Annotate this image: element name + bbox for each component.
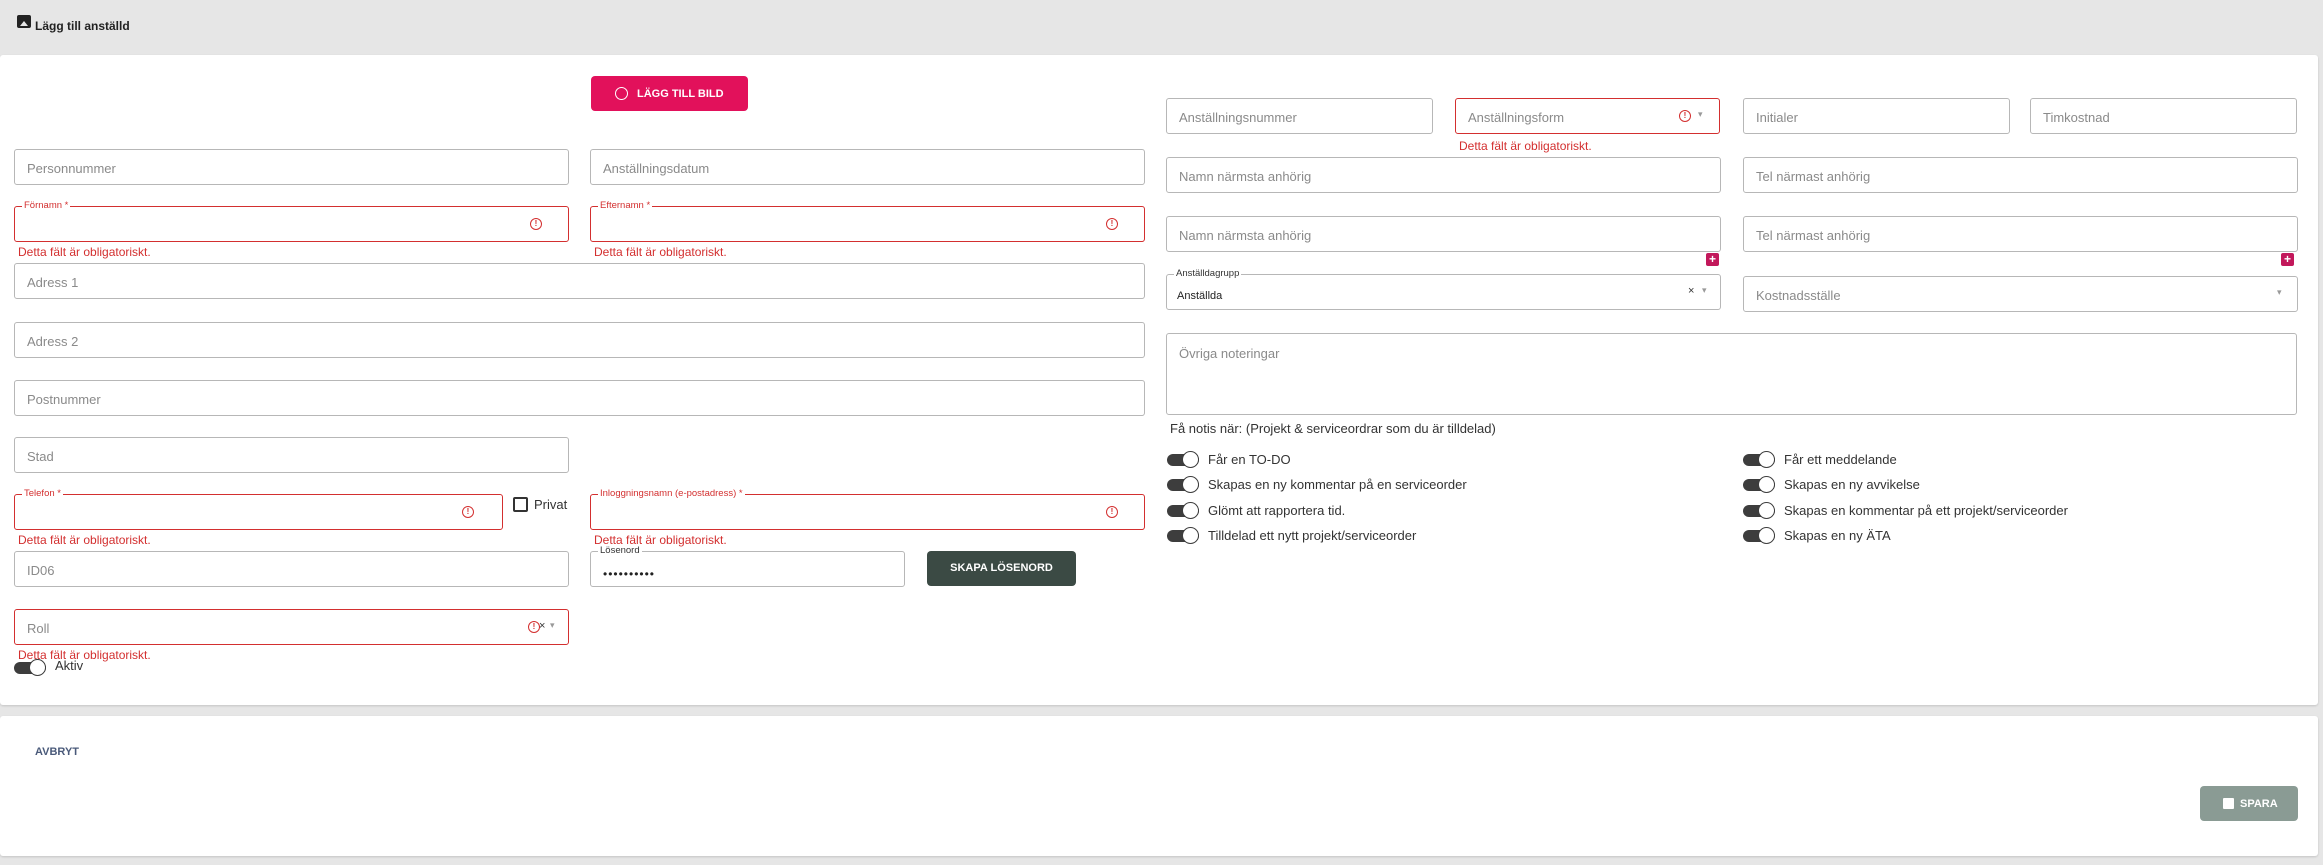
clear-icon[interactable]: × <box>539 620 545 632</box>
chevron-down-icon[interactable]: ▾ <box>1698 109 1703 120</box>
notify-message-toggle[interactable] <box>1743 451 1775 468</box>
losenord-field[interactable]: Lösenord •••••••••• <box>590 545 905 587</box>
error-icon: ! <box>462 506 474 518</box>
chevron-down-icon[interactable]: ▾ <box>2277 287 2282 298</box>
chevron-down-icon[interactable]: ▾ <box>550 620 555 631</box>
namn-narmsta-anhorig-field[interactable]: Namn närmsta anhörig <box>1166 157 1721 193</box>
privat-checkbox[interactable] <box>513 497 528 512</box>
stad-field[interactable]: Stad <box>14 437 569 473</box>
notify-project-comment-label: Skapas en kommentar på ett projekt/servi… <box>1784 503 2068 518</box>
action-card <box>0 716 2318 856</box>
clear-icon[interactable]: × <box>1688 285 1694 297</box>
page-title: Lägg till anställd <box>35 19 130 33</box>
fornamn-error: Detta fält är obligatoriskt. <box>18 245 151 259</box>
personnummer-field[interactable]: Personnummer <box>14 149 569 185</box>
notify-service-comment-label: Skapas en ny kommentar på en serviceorde… <box>1208 477 1467 492</box>
notification-heading: Få notis när: (Projekt & serviceordrar s… <box>1170 421 1496 436</box>
adress1-field[interactable]: Adress 1 <box>14 263 1145 299</box>
add-image-button[interactable]: LÄGG TILL BILD <box>591 76 748 111</box>
notify-forgot-time-toggle[interactable] <box>1167 502 1199 519</box>
notify-todo-label: Får en TO-DO <box>1208 452 1291 467</box>
anstallningsdatum-field[interactable]: Anställningsdatum <box>590 149 1145 185</box>
error-icon: ! <box>1106 218 1118 230</box>
notify-project-comment-toggle[interactable] <box>1743 502 1775 519</box>
notify-ata-toggle[interactable] <box>1743 527 1775 544</box>
privat-label: Privat <box>534 497 568 512</box>
efternamn-field[interactable]: Efternamn * ! <box>590 200 1145 242</box>
create-password-button[interactable]: SKAPA LÖSENORD <box>927 551 1076 586</box>
initialer-field[interactable]: Initialer <box>1743 98 2010 134</box>
notify-message-label: Får ett meddelande <box>1784 452 1897 467</box>
fornamn-field[interactable]: Förnamn * ! <box>14 200 569 242</box>
inloggningsnamn-field[interactable]: Inloggningsnamn (e-postadress) * ! <box>590 488 1145 530</box>
notify-deviation-toggle[interactable] <box>1743 476 1775 493</box>
aktiv-toggle[interactable] <box>14 659 46 676</box>
anstallningsform-select[interactable]: Anställningsform ! ▾ <box>1455 98 1720 134</box>
tel-narmast-anhorig-field[interactable]: Tel närmast anhörig <box>1743 157 2298 193</box>
save-icon <box>2223 798 2234 809</box>
error-icon: ! <box>1106 506 1118 518</box>
save-button[interactable]: SPARA <box>2200 786 2298 821</box>
kostnadsstalle-select[interactable]: Kostnadsställe ▾ <box>1743 276 2298 312</box>
face-icon <box>615 87 628 100</box>
roll-select[interactable]: Roll ! × ▾ <box>14 609 569 645</box>
image-icon <box>17 15 31 28</box>
notify-todo-toggle[interactable] <box>1167 451 1199 468</box>
cancel-button[interactable]: AVBRYT <box>35 746 79 758</box>
add-contact-button[interactable]: + <box>1706 253 1719 266</box>
id06-field[interactable]: ID06 <box>14 551 569 587</box>
error-icon: ! <box>530 218 542 230</box>
chevron-down-icon[interactable]: ▾ <box>1702 285 1707 296</box>
ovriga-noteringar-textarea[interactable]: Övriga noteringar <box>1166 333 2297 415</box>
timkostnad-field[interactable]: Timkostnad <box>2030 98 2297 134</box>
telefon-error: Detta fält är obligatoriskt. <box>18 533 151 547</box>
telefon-field[interactable]: Telefon * ! <box>14 488 503 530</box>
notify-assigned-toggle[interactable] <box>1167 527 1199 544</box>
anstalldagrupp-select[interactable]: Anställdagrupp Anställda × ▾ <box>1166 268 1721 310</box>
namn-narmsta-anhorig-field-2[interactable]: Namn närmsta anhörig <box>1166 216 1721 252</box>
tel-narmast-anhorig-field-2[interactable]: Tel närmast anhörig <box>1743 216 2298 252</box>
notify-deviation-label: Skapas en ny avvikelse <box>1784 477 1920 492</box>
aktiv-label: Aktiv <box>55 658 84 673</box>
efternamn-error: Detta fält är obligatoriskt. <box>594 245 727 259</box>
adress2-field[interactable]: Adress 2 <box>14 322 1145 358</box>
anstallningsform-error: Detta fält är obligatoriskt. <box>1459 139 1592 153</box>
notify-forgot-time-label: Glömt att rapportera tid. <box>1208 503 1346 518</box>
error-icon: ! <box>1679 110 1691 122</box>
postnummer-field[interactable]: Postnummer <box>14 380 1145 416</box>
notify-service-comment-toggle[interactable] <box>1167 476 1199 493</box>
add-phone-button[interactable]: + <box>2281 253 2294 266</box>
top-bar: Lägg till anställd <box>0 0 2323 55</box>
anstallningsnummer-field[interactable]: Anställningsnummer <box>1166 98 1433 134</box>
notify-ata-label: Skapas en ny ÄTA <box>1784 528 1891 543</box>
notify-assigned-label: Tilldelad ett nytt projekt/serviceorder <box>1208 528 1417 543</box>
